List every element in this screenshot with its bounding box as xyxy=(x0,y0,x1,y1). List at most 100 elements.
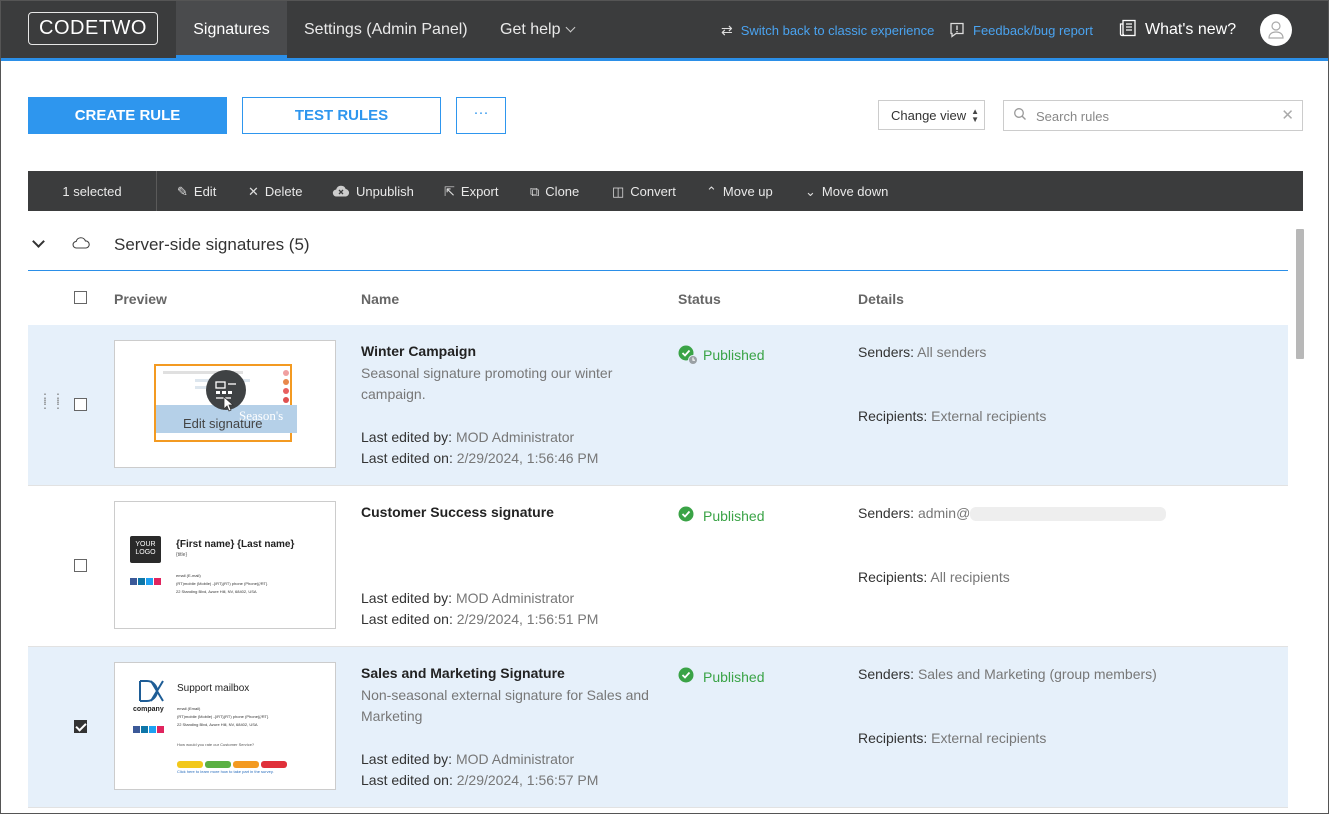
collapse-chevron-icon[interactable] xyxy=(32,235,45,248)
chevron-up-icon: ⌃ xyxy=(706,184,717,199)
more-options-button[interactable]: ··· xyxy=(456,97,506,134)
edited-on-value: 2/29/2024, 1:56:51 PM xyxy=(456,611,599,627)
column-preview: Preview xyxy=(114,291,167,307)
edited-by-label: Last edited by: xyxy=(361,590,453,606)
published-with-clock-icon xyxy=(678,345,700,370)
recipients-detail: Recipients: External recipients xyxy=(858,730,1046,746)
rule-name[interactable]: Customer Success signature xyxy=(361,504,554,520)
export-label: Export xyxy=(460,184,499,199)
table-row[interactable]: ⋮⋮ ⋮⋮ Season's Edit signature Winter Camp… xyxy=(28,325,1288,486)
check-circle-icon xyxy=(678,667,694,686)
move-up-button[interactable]: ⌃ Move up xyxy=(706,171,773,211)
preview-line: 22 Standing Blvd, Azure Hill, NV, 68402,… xyxy=(177,722,258,727)
clear-search-icon[interactable]: ✕ xyxy=(1281,106,1294,124)
user-avatar[interactable] xyxy=(1260,14,1292,46)
status-label: Published xyxy=(703,347,765,363)
clone-icon: ⧉ xyxy=(530,184,540,199)
drag-handle-icon[interactable]: ⋮⋮ ⋮⋮ xyxy=(39,392,65,410)
senders-detail: Senders: admin@ xyxy=(858,505,1167,522)
search-input[interactable] xyxy=(1034,105,1278,128)
table-row[interactable]: company Support mailbox email (Email) (R… xyxy=(28,647,1288,808)
edit-button[interactable]: ✎ Edit xyxy=(177,171,216,211)
rule-description: Seasonal signature promoting our winter … xyxy=(361,365,613,402)
nav-settings[interactable]: Settings (Admin Panel) xyxy=(304,1,468,58)
recipients-value: External recipients xyxy=(931,408,1047,424)
winter-signature-thumbnail xyxy=(154,364,297,442)
swap-arrows-icon: ⇄ xyxy=(721,22,733,38)
column-status: Status xyxy=(678,291,721,307)
edit-signature-label[interactable]: Edit signature xyxy=(183,416,263,431)
table-row[interactable]: YOUR LOGO {First name} {Last name} {titl… xyxy=(28,486,1288,647)
unpublish-button[interactable]: Unpublish xyxy=(332,171,414,211)
row-checkbox[interactable] xyxy=(74,720,87,733)
company-logo-icon xyxy=(139,680,164,702)
table-header: Preview Name Status Details xyxy=(28,271,1288,326)
signature-preview[interactable]: Season's Edit signature xyxy=(114,340,336,468)
clone-button[interactable]: ⧉ Clone xyxy=(530,171,579,211)
search-box: ✕ xyxy=(1003,100,1303,131)
edited-on-label: Last edited on: xyxy=(361,772,453,788)
row-checkbox[interactable] xyxy=(74,559,87,572)
check-circle-icon xyxy=(678,506,694,525)
pencil-icon: ✎ xyxy=(177,184,188,199)
codetwo-logo[interactable]: CODETWO xyxy=(28,12,158,45)
senders-value: Sales and Marketing (group members) xyxy=(917,666,1157,682)
rule-name[interactable]: Winter Campaign xyxy=(361,343,476,359)
preview-line: email (Email) xyxy=(177,706,201,711)
create-rule-button[interactable]: CREATE RULE xyxy=(28,97,227,134)
switch-classic-link[interactable]: ⇄ Switch back to classic experience xyxy=(721,1,934,58)
preview-name: {First name} {Last name} xyxy=(176,539,295,550)
chevron-down-icon: ⌄ xyxy=(805,184,816,199)
recipients-detail: Recipients: All recipients xyxy=(858,569,1010,585)
convert-button[interactable]: ◫ Convert xyxy=(612,171,676,211)
top-bar: CODETWO Signatures Settings (Admin Panel… xyxy=(1,1,1328,58)
status-label: Published xyxy=(703,508,765,524)
chevron-down-icon xyxy=(566,22,576,33)
nav-get-help[interactable]: Get help xyxy=(500,1,576,58)
recipients-detail: Recipients: External recipients xyxy=(858,408,1046,424)
export-icon: ⇱ xyxy=(444,184,455,199)
scrollbar-thumb[interactable] xyxy=(1296,229,1304,359)
recipients-value: External recipients xyxy=(931,730,1047,746)
server-side-group-header[interactable]: Server-side signatures (5) xyxy=(28,226,1288,271)
column-name: Name xyxy=(361,291,400,307)
delete-button[interactable]: ✕ Delete xyxy=(248,171,302,211)
convert-label: Convert xyxy=(630,184,676,199)
recipients-label: Recipients: xyxy=(858,569,928,585)
row-checkbox[interactable] xyxy=(74,398,87,411)
cloud-icon xyxy=(72,236,90,254)
edited-by-value: MOD Administrator xyxy=(455,429,575,445)
redacted-email xyxy=(970,507,1167,522)
feedback-link[interactable]: Feedback/bug report xyxy=(949,1,1093,58)
preview-line: (RT)mobile (Mobile) -{/RT}(RT) phone (Ph… xyxy=(177,714,269,719)
test-rules-button[interactable]: TEST RULES xyxy=(242,97,441,134)
nav-settings-label: Settings (Admin Panel) xyxy=(304,21,468,38)
switch-classic-label: Switch back to classic experience xyxy=(740,23,935,38)
preview-contact-lines: email (Email) (RT)mobile (Mobile) -{/RT}… xyxy=(177,705,268,729)
feedback-icon xyxy=(949,1,965,59)
rule-edited-info: Last edited by: MOD Administrator Last e… xyxy=(361,588,598,630)
senders-detail: Senders: All senders xyxy=(858,344,986,360)
signature-preview[interactable]: company Support mailbox email (Email) (R… xyxy=(114,662,336,790)
signature-preview[interactable]: YOUR LOGO {First name} {Last name} {titl… xyxy=(114,501,336,629)
nav-signatures[interactable]: Signatures xyxy=(176,1,287,58)
search-icon xyxy=(1013,107,1027,126)
change-view-select[interactable]: Change view ▲ ▼ xyxy=(878,100,985,130)
whats-new-link[interactable]: What's new? xyxy=(1119,1,1236,58)
preview-footer: Click here to learn more how to take par… xyxy=(177,769,274,774)
preview-line: 22 Standing Blvd, Azure Hill, NV, 68402,… xyxy=(176,589,257,594)
whats-new-label: What's new? xyxy=(1145,21,1237,38)
select-all-checkbox[interactable] xyxy=(74,291,87,304)
move-down-button[interactable]: ⌄ Move down xyxy=(805,171,888,211)
feedback-label: Feedback/bug report xyxy=(973,23,1093,38)
senders-value: All senders xyxy=(917,344,987,360)
rule-name[interactable]: Sales and Marketing Signature xyxy=(361,665,565,681)
move-up-label: Move up xyxy=(722,184,773,199)
edited-on-label: Last edited on: xyxy=(361,611,453,627)
senders-label: Senders: xyxy=(858,344,915,360)
clone-label: Clone xyxy=(545,184,580,199)
rule-description: Non-seasonal external signature for Sale… xyxy=(361,687,649,724)
export-button[interactable]: ⇱ Export xyxy=(444,171,498,211)
edited-by-value: MOD Administrator xyxy=(455,590,575,606)
social-icons xyxy=(133,720,165,738)
